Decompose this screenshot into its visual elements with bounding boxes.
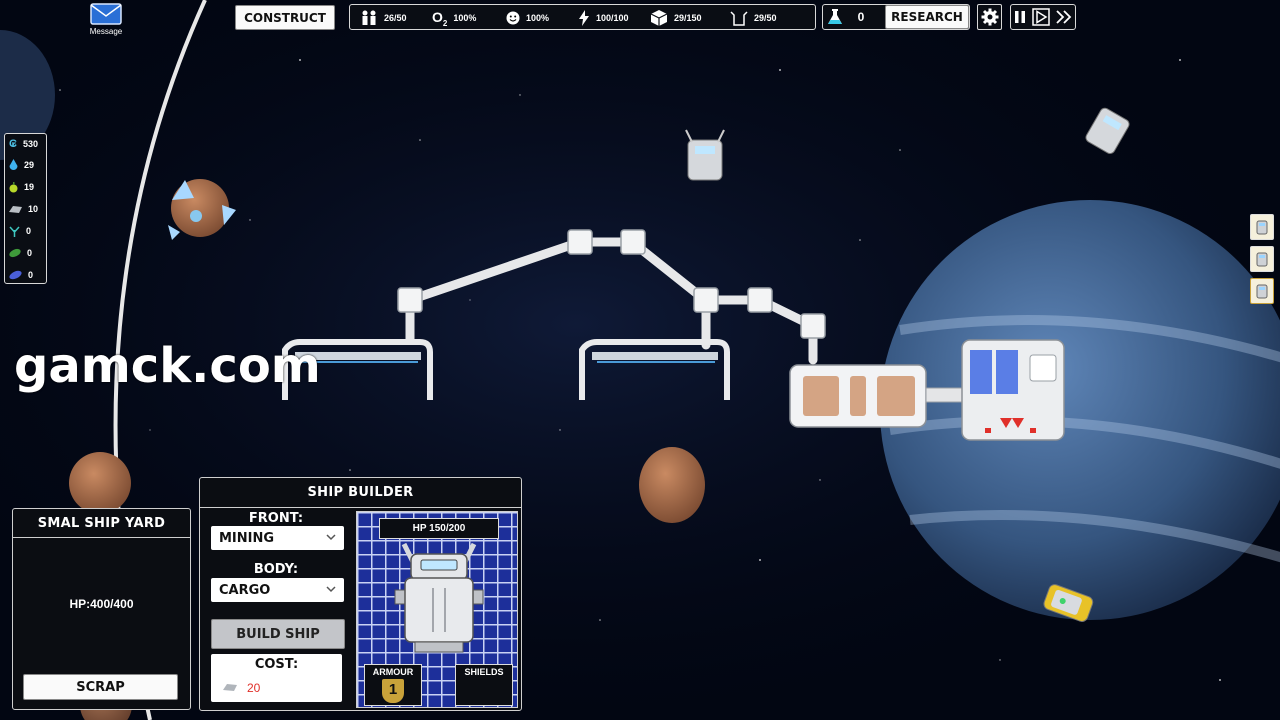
- envelope-icon: [90, 3, 122, 25]
- armour-value: 1: [388, 681, 398, 698]
- play-icon[interactable]: [1032, 8, 1050, 26]
- smiley-icon: [506, 11, 520, 25]
- resource-value: 0: [27, 248, 33, 258]
- crystal-icon: [9, 270, 22, 280]
- resource-value: 530: [22, 139, 38, 149]
- body-value: CARGO: [219, 582, 271, 598]
- resource-row: 19: [9, 177, 34, 197]
- speed-controls: [1010, 4, 1076, 30]
- resource-row: 0: [9, 221, 31, 241]
- core-module[interactable]: [961, 339, 1065, 441]
- pause-icon[interactable]: [1013, 9, 1027, 25]
- metal-icon: [223, 684, 237, 691]
- cost-value: 20: [247, 681, 261, 695]
- hp-badge: HP 150/200: [379, 518, 499, 539]
- body-select[interactable]: CARGO: [211, 578, 344, 602]
- crew-stat: 26/50: [360, 5, 407, 31]
- resource-row: ₢ 530: [9, 134, 38, 154]
- crate-icon: [650, 10, 668, 26]
- metal-icon: [9, 205, 22, 213]
- research-bar: 0 RESEARCH: [822, 4, 970, 30]
- resource-value: 29: [24, 160, 35, 170]
- fast-forward-icon[interactable]: [1055, 9, 1073, 25]
- resource-row: 29: [9, 155, 34, 175]
- happiness-stat: 100%: [506, 5, 549, 31]
- drone-icon: [1256, 252, 1268, 267]
- flask-icon: [828, 9, 842, 24]
- oxygen-stat: O2 100%: [432, 5, 476, 31]
- gear-icon: [981, 8, 998, 26]
- water-icon: [9, 159, 18, 170]
- storage-value: 29/150: [674, 13, 702, 23]
- happiness-value: 100%: [526, 13, 550, 23]
- resource-value: 0: [28, 270, 34, 280]
- shields-label: SHIELDS: [464, 667, 504, 677]
- chevron-down-icon: [326, 534, 336, 541]
- resource-panel: ₢ 530 29 19 10 0 0 0: [4, 133, 47, 284]
- construct-button[interactable]: CONSTRUCT: [235, 5, 335, 30]
- capacity-stat: 29/50: [730, 5, 777, 31]
- storage-stat: 29/150: [650, 5, 702, 31]
- build-ship-button[interactable]: BUILD SHIP: [211, 619, 345, 649]
- ship-builder-panel: SHIP BUILDER FRONT: MINING BODY: CARGO B…: [199, 477, 522, 711]
- message-button[interactable]: Message: [86, 3, 126, 39]
- resource-row: 0: [9, 265, 33, 285]
- armour-box: ARMOUR 1: [364, 664, 422, 706]
- front-value: MINING: [219, 530, 275, 546]
- front-label: FRONT:: [248, 511, 304, 526]
- ship-preview: HP 150/200 ARMOUR 1 SHIELDS: [356, 511, 518, 708]
- plant-icon: [9, 225, 20, 237]
- ship-slot[interactable]: [1250, 214, 1274, 240]
- resource-value: 19: [24, 182, 35, 192]
- research-count: 0: [857, 10, 865, 24]
- resource-value: 0: [26, 226, 32, 236]
- resource-row: 0: [9, 243, 32, 263]
- food-icon: [9, 181, 18, 192]
- oxygen-icon: O2: [432, 8, 448, 28]
- chevron-down-icon: [326, 586, 336, 593]
- crew-icon: [362, 10, 376, 25]
- ship-slot[interactable]: [1250, 278, 1274, 304]
- storage-module[interactable]: [789, 364, 927, 428]
- shipyard-title: SMAL SHIP YARD: [13, 509, 190, 538]
- ship-preview-drone: [394, 542, 484, 653]
- resource-value: 10: [28, 204, 39, 214]
- settings-button[interactable]: [977, 4, 1002, 30]
- armour-shield-icon: 1: [382, 679, 404, 703]
- body-label: BODY:: [253, 562, 299, 577]
- asteroid[interactable]: [639, 447, 705, 523]
- ship-slot[interactable]: [1250, 246, 1274, 272]
- shields-box: SHIELDS: [455, 664, 513, 706]
- drone-icon: [1256, 284, 1268, 299]
- asteroid[interactable]: [69, 452, 131, 514]
- capacity-value: 29/50: [754, 13, 777, 23]
- power-stat: 100/100: [578, 5, 629, 31]
- shipyard-hp: HP:400/400: [69, 597, 134, 611]
- armour-label: ARMOUR: [372, 667, 414, 677]
- message-label: Message: [89, 27, 123, 36]
- resource-row: 10: [9, 199, 38, 219]
- watermark-text: gamck.com: [14, 338, 321, 394]
- power-value: 100/100: [596, 13, 629, 23]
- ship-builder-title: SHIP BUILDER: [200, 478, 521, 508]
- leaf-icon: [9, 248, 21, 258]
- scrap-button[interactable]: SCRAP: [23, 674, 178, 700]
- shipyard-panel: SMAL SHIP YARD HP:400/400 SCRAP: [12, 508, 191, 710]
- credits-icon: ₢: [9, 138, 17, 150]
- front-select[interactable]: MINING: [211, 526, 344, 550]
- drone-icon: [1256, 220, 1268, 235]
- oxygen-value: 100%: [453, 13, 477, 23]
- capacity-icon: [730, 11, 748, 26]
- lightning-icon: [579, 10, 589, 26]
- stats-bar: 26/50 O2 100% 100% 100/100 29/150 29/50: [349, 4, 816, 30]
- cost-label: COST:: [254, 657, 299, 672]
- crew-value: 26/50: [384, 13, 407, 23]
- cost-box: COST: 20: [211, 654, 342, 702]
- research-button[interactable]: RESEARCH: [885, 5, 969, 29]
